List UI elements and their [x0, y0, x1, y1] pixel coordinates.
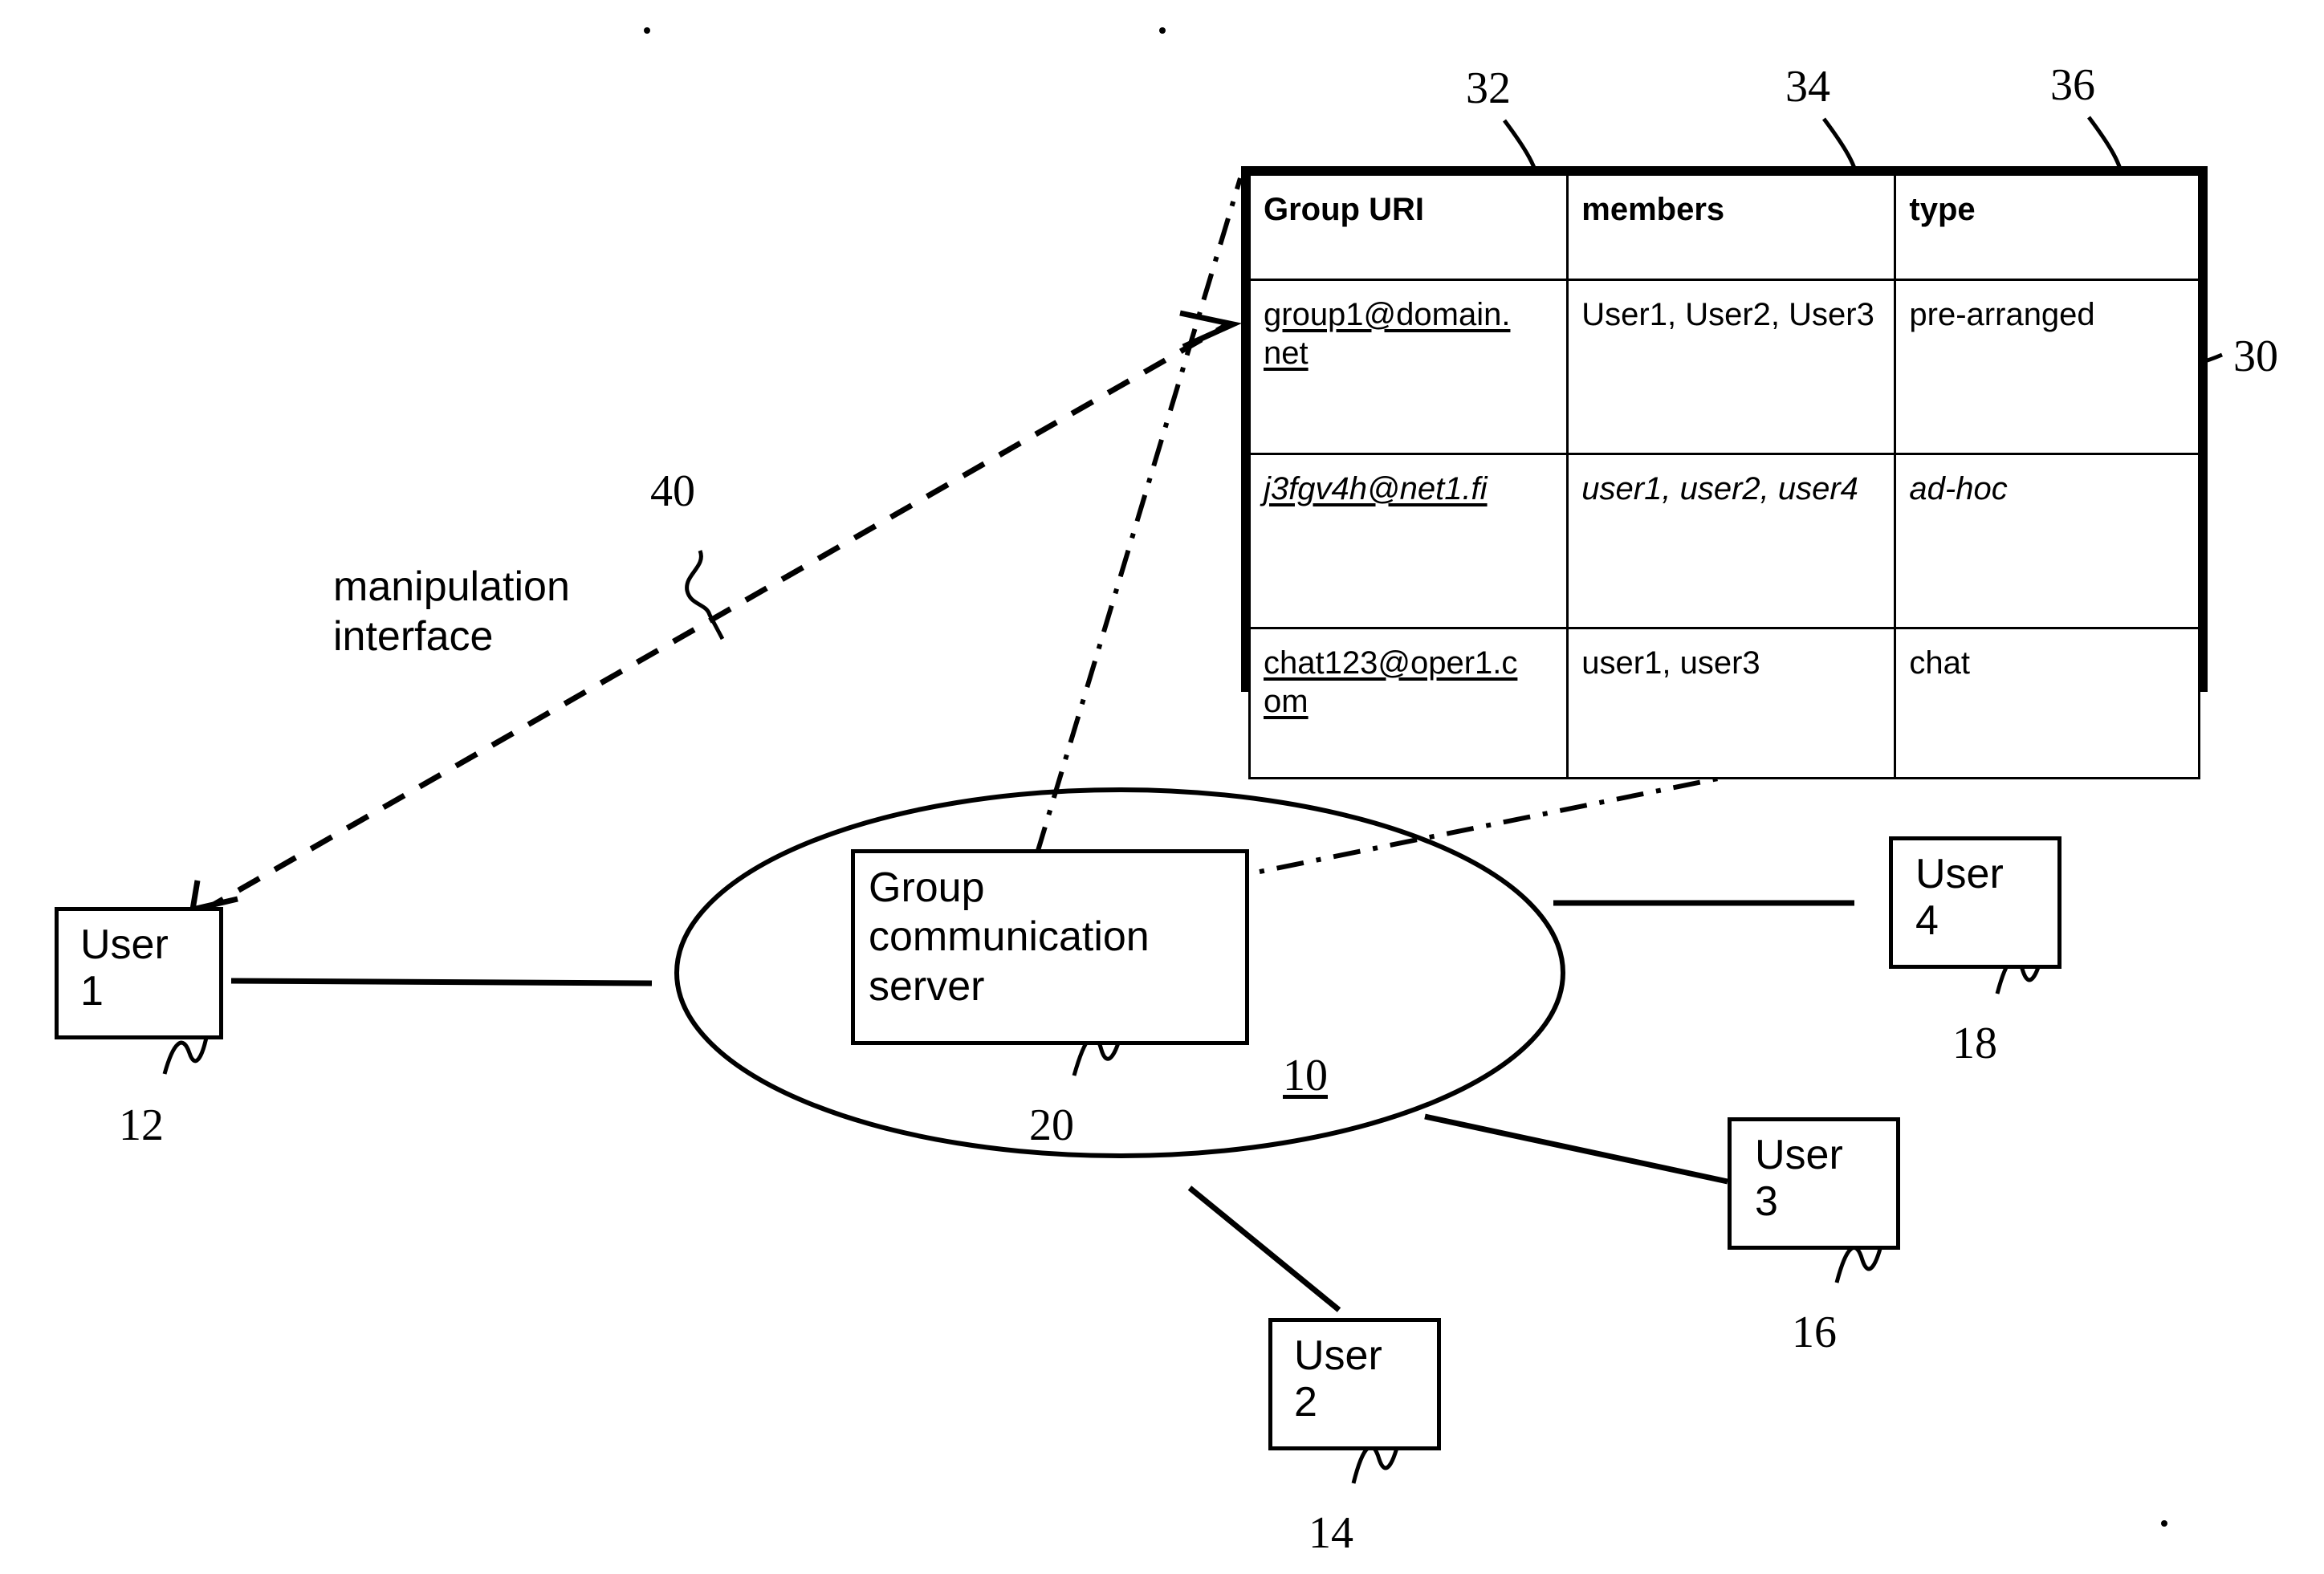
- ref-numeral-20: 20: [1029, 1100, 1074, 1150]
- ref-numeral-36: 36: [2050, 60, 2095, 110]
- user-2-label: User 2: [1294, 1332, 1382, 1426]
- manipulation-interface-arrow-table: [1179, 310, 1243, 350]
- table-row: group1@domain. net User1, User2, User3 p…: [1247, 279, 2200, 455]
- manipulation-interface-arrow-user1: [189, 880, 238, 913]
- link-cloud-user1: [230, 978, 653, 986]
- group-communication-server-label: Group communication server: [869, 864, 1150, 1010]
- cell-type: ad-hoc: [1894, 453, 2200, 629]
- cell-members: User1, User2, User3: [1566, 279, 1897, 455]
- column-header-type: type: [1894, 173, 2200, 281]
- cell-type: pre-arranged: [1894, 279, 2200, 455]
- ref-numeral-34: 34: [1785, 62, 1830, 112]
- ref-numeral-14: 14: [1309, 1508, 1353, 1558]
- ref-numeral-16: 16: [1792, 1308, 1837, 1357]
- group-uri-line-1: group1@domain.: [1264, 297, 1511, 332]
- group-uri-line-2: net: [1264, 336, 1309, 371]
- column-header-group-uri: Group URI: [1247, 173, 1569, 281]
- user-4-label: User 4: [1915, 851, 2004, 945]
- table-row: j3fgv4h@net1.fi user1, user2, user4 ad-h…: [1247, 453, 2200, 629]
- cell-members: user1, user2, user4: [1566, 453, 1897, 629]
- table-row: chat123@oper1.c om user1, user3 chat: [1247, 627, 2200, 779]
- cell-type: chat: [1894, 627, 2200, 779]
- ref-numeral-40: 40: [650, 466, 695, 516]
- scan-speck-bottom-right: [2161, 1520, 2167, 1527]
- group-database-table: Group URI members type group1@domain. ne…: [1241, 166, 2208, 779]
- cell-group-uri: j3fgv4h@net1.fi: [1247, 453, 1569, 629]
- user-3-label: User 3: [1755, 1132, 1843, 1226]
- manipulation-interface-caption: manipulation interface: [333, 563, 570, 661]
- group-uri-line-2: om: [1264, 684, 1309, 719]
- cell-group-uri: group1@domain. net: [1247, 279, 1569, 455]
- leader-40: [685, 550, 725, 641]
- scan-speck-top-left: [644, 27, 650, 34]
- patent-figure: Group URI members type group1@domain. ne…: [0, 0, 2324, 1574]
- link-server-table-top: [1035, 177, 1243, 854]
- link-cloud-user3: [1424, 1113, 1728, 1185]
- group-uri-line-1: chat123@oper1.c: [1264, 645, 1518, 681]
- ref-numeral-30: 30: [2233, 331, 2278, 381]
- cell-group-uri: chat123@oper1.c om: [1247, 627, 1569, 779]
- scan-speck-top-mid: [1159, 27, 1166, 34]
- group-table: Group URI members type group1@domain. ne…: [1247, 173, 2200, 779]
- ref-numeral-12: 12: [119, 1100, 164, 1150]
- ref-numeral-10: 10: [1283, 1051, 1328, 1100]
- ref-numeral-32: 32: [1466, 63, 1511, 113]
- column-header-members: members: [1566, 173, 1897, 281]
- ref-numeral-18: 18: [1952, 1019, 1997, 1068]
- table-header-row: Group URI members type: [1247, 173, 2200, 281]
- user-1-label: User 1: [80, 921, 169, 1015]
- group-uri-line-1: j3fgv4h@net1.fi: [1264, 471, 1488, 506]
- cell-members: user1, user3: [1566, 627, 1897, 779]
- link-cloud-user2: [1187, 1186, 1341, 1312]
